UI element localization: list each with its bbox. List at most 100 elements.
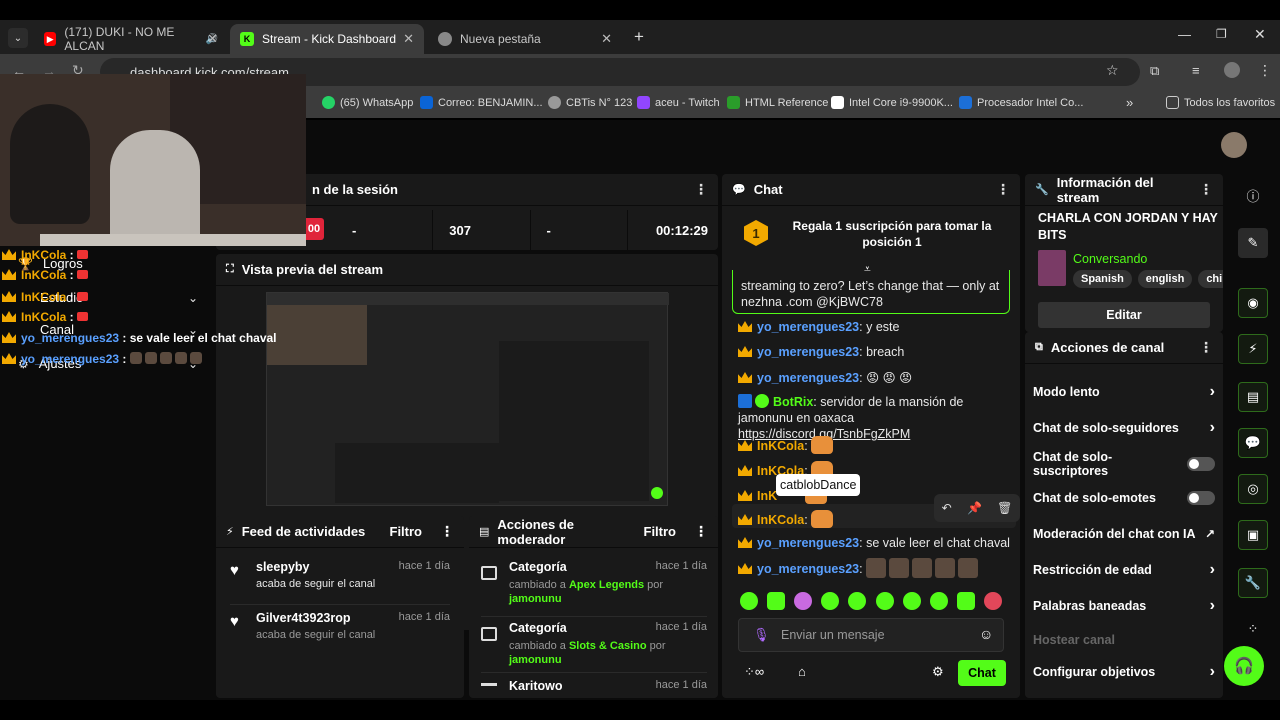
kick-emote-icon[interactable]: [767, 592, 786, 610]
kick-emote-icon[interactable]: [821, 592, 840, 610]
filter-button[interactable]: Filtro: [644, 524, 677, 539]
chat-message[interactable]: InKCola:: [738, 510, 834, 528]
chat-username[interactable]: yo_merengues23: [757, 536, 859, 550]
action-modo-lento[interactable]: Modo lento ›: [1033, 374, 1215, 410]
pinned-message[interactable]: streaming to zero? Let’s change that — o…: [732, 270, 1010, 314]
settings-gear-icon[interactable]: ⚙: [932, 664, 944, 680]
chat-message[interactable]: yo_merengues23: 😡 😡 😡: [738, 370, 912, 385]
chat-message[interactable]: yo_merengues23: breach: [738, 345, 904, 359]
category-name[interactable]: Conversando: [1073, 252, 1147, 266]
stream-preview-video[interactable]: [266, 292, 669, 506]
send-chat-button[interactable]: Chat: [958, 660, 1006, 686]
chat-message[interactable]: BotRix: servidor de la mansión de jamonu…: [738, 394, 1008, 442]
reply-icon[interactable]: ↶: [942, 501, 952, 515]
chat-bubble-icon[interactable]: 💬: [1238, 428, 1268, 458]
action-restriccion-edad[interactable]: Restricción de edad ›: [1033, 552, 1215, 588]
chat-username[interactable]: yo_merengues23: [757, 562, 859, 576]
emoji-icon[interactable]: ☺: [979, 626, 993, 642]
chat-username[interactable]: InK: [757, 489, 777, 503]
catblobdance-emote[interactable]: [811, 436, 834, 454]
toggle-switch[interactable]: [1187, 491, 1215, 505]
close-tab-icon[interactable]: ✕: [207, 31, 218, 47]
kick-emote-icon[interactable]: [740, 592, 758, 610]
face-emote[interactable]: [889, 558, 910, 578]
kick-emote-icon[interactable]: [983, 592, 1002, 610]
action-solo-seguidores[interactable]: Chat de solo-seguidores ›: [1033, 410, 1215, 446]
edit-stream-info-button[interactable]: Editar: [1038, 302, 1210, 328]
bookmark-outlook[interactable]: Correo: BENJAMIN...: [420, 96, 543, 109]
action-moderacion-ia[interactable]: Moderación del chat con IA ↗: [1033, 516, 1215, 552]
minimize-icon[interactable]: —: [1178, 27, 1191, 42]
face-emote[interactable]: [866, 558, 887, 578]
more-options-icon[interactable]: ⋮: [694, 523, 708, 540]
close-window-icon[interactable]: ✕: [1254, 26, 1266, 43]
bookmark-html-reference[interactable]: HTML Reference: [727, 96, 828, 109]
face-emote[interactable]: [912, 558, 933, 578]
pencil-icon[interactable]: ✎: [1238, 228, 1268, 258]
action-configurar-objetivos[interactable]: Configurar objetivos ›: [1033, 654, 1215, 690]
kick-emote-icon[interactable]: [956, 592, 975, 610]
kick-emote-icon[interactable]: [848, 592, 867, 610]
headset-icon[interactable]: 🎧: [1224, 646, 1264, 686]
media-icon[interactable]: ≡: [1192, 63, 1200, 78]
wrench-icon[interactable]: 🔧: [1238, 568, 1268, 598]
action-palabras-baneadas[interactable]: Palabras baneadas ›: [1033, 588, 1215, 624]
more-options-icon[interactable]: ⋮: [1199, 339, 1213, 356]
trash-icon[interactable]: 🗑: [997, 501, 1012, 515]
new-tab-button[interactable]: +: [634, 27, 644, 47]
face-emote[interactable]: [958, 558, 979, 578]
chat-username[interactable]: yo_merengues23: [757, 345, 859, 359]
face-emote[interactable]: [935, 558, 956, 578]
tab-new[interactable]: Nueva pestaña ✕: [428, 24, 622, 54]
bookmark-whatsapp[interactable]: (65) WhatsApp: [322, 96, 413, 109]
user-avatar[interactable]: [1221, 132, 1247, 158]
gift-sub-banner[interactable]: 1 Regala 1 suscripción para tomar la pos…: [722, 208, 1020, 260]
close-tab-icon[interactable]: ✕: [403, 31, 414, 47]
document-icon[interactable]: ▤: [1238, 382, 1268, 412]
bookmark-twitch[interactable]: aceu - Twitch: [637, 96, 720, 109]
restore-icon[interactable]: ❐: [1216, 27, 1227, 41]
chat-username[interactable]: yo_merengues23: [757, 371, 859, 385]
points-icon[interactable]: ⁘: [1238, 614, 1268, 644]
broadcast-icon[interactable]: ◎: [1238, 474, 1268, 504]
chat-input[interactable]: 🎙 Enviar un mensaje ☺: [738, 618, 1004, 652]
store-icon[interactable]: ⌂: [798, 664, 806, 679]
tab-youtube[interactable]: ▶ (171) DUKI - NO ME ALCAN 🔊 ✕: [34, 24, 228, 54]
kick-emote-icon[interactable]: [902, 592, 921, 610]
all-bookmarks[interactable]: Todos los favoritos: [1166, 96, 1275, 109]
kick-emote-icon[interactable]: [875, 592, 894, 610]
chat-username[interactable]: InKCola: [757, 439, 804, 453]
catblobdance-emote[interactable]: [811, 510, 834, 528]
bookmark-intel[interactable]: Procesador Intel Co...: [959, 96, 1083, 109]
close-tab-icon[interactable]: ✕: [601, 31, 612, 47]
video-icon[interactable]: ▣: [1238, 520, 1268, 550]
more-options-icon[interactable]: ⋮: [440, 523, 454, 540]
chat-message[interactable]: InKCola:: [738, 436, 834, 454]
chat-message[interactable]: yo_merengues23: y este: [738, 320, 899, 334]
more-options-icon[interactable]: ⋮: [996, 181, 1010, 198]
chat-message[interactable]: yo_merengues23: se vale leer el chat cha…: [738, 536, 1010, 550]
kick-emote-icon[interactable]: [794, 592, 813, 610]
bookmark-amazon[interactable]: Intel Core i9-9900K...: [831, 96, 953, 109]
action-solo-suscriptores[interactable]: Chat de solo-suscriptores: [1033, 446, 1215, 482]
toggle-switch[interactable]: [1187, 457, 1215, 471]
tab-search-icon[interactable]: ⌄: [8, 28, 28, 48]
points-icon[interactable]: ⁘∞: [744, 664, 764, 680]
filter-button[interactable]: Filtro: [390, 524, 423, 539]
extensions-icon[interactable]: ⧉: [1150, 63, 1159, 79]
tab-kick-dashboard[interactable]: K Stream - Kick Dashboard ✕: [230, 24, 424, 54]
info-icon[interactable]: ⓘ: [1238, 180, 1268, 210]
star-icon[interactable]: ☆: [1106, 62, 1119, 79]
more-options-icon[interactable]: ⋮: [1199, 181, 1213, 198]
chat-message[interactable]: yo_merengues23:: [738, 558, 981, 578]
kick-emote-icon[interactable]: [929, 592, 948, 610]
lightning-icon[interactable]: ⚡: [1238, 334, 1268, 364]
chat-username[interactable]: InKCola: [757, 513, 804, 527]
chat-username[interactable]: BotRix: [773, 395, 813, 409]
menu-icon[interactable]: ⋮: [1258, 62, 1272, 79]
chat-username[interactable]: yo_merengues23: [757, 320, 859, 334]
action-solo-emotes[interactable]: Chat de solo-emotes: [1033, 480, 1215, 516]
microphone-icon[interactable]: 🎙: [753, 627, 770, 643]
more-bookmarks-icon[interactable]: »: [1126, 95, 1133, 110]
bookmark-cbtis[interactable]: CBTis N° 123: [548, 96, 632, 109]
